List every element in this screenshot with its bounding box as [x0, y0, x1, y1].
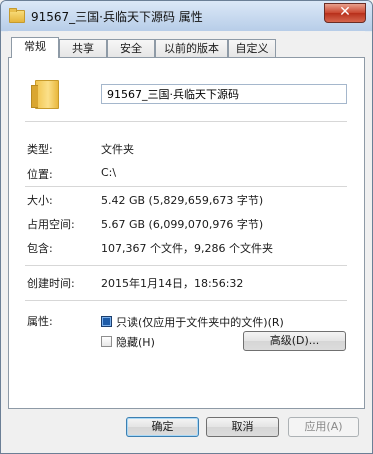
disk-size-label: 占用空间: — [27, 218, 75, 231]
hidden-checkbox[interactable] — [101, 336, 112, 347]
location-label: 位置: — [27, 168, 53, 181]
attributes-label: 属性: — [27, 315, 53, 328]
hidden-label[interactable]: 隐藏(H) — [116, 334, 155, 350]
properties-window: 91567_三国·兵临天下源码 属性 ✕ 常规 共享 安全 以前的版本 自定义 … — [0, 0, 373, 454]
size-label: 大小: — [27, 194, 53, 207]
location-value: C:\ — [101, 166, 117, 179]
disk-size-value: 5.67 GB (6,099,070,976 字节) — [101, 218, 264, 231]
type-label: 类型: — [27, 143, 53, 156]
type-value: 文件夹 — [101, 143, 134, 156]
folder-large-icon — [31, 80, 59, 109]
title-bar[interactable]: 91567_三国·兵临天下源码 属性 ✕ — [1, 1, 372, 31]
tab-previous-versions[interactable]: 以前的版本 — [155, 39, 228, 57]
apply-button[interactable]: 应用(A) — [288, 417, 359, 437]
contains-value: 107,367 个文件，9,286 个文件夹 — [101, 242, 273, 255]
readonly-checkbox[interactable] — [101, 316, 112, 327]
created-label: 创建时间: — [27, 277, 75, 290]
tab-customize[interactable]: 自定义 — [228, 39, 276, 57]
readonly-label[interactable]: 只读(仅应用于文件夹中的文件)(R) — [116, 314, 284, 330]
folder-icon — [9, 8, 25, 23]
general-tab-page: 类型: 文件夹 位置: C:\ 大小: 5.42 GB (5,829,659,6… — [8, 57, 365, 409]
divider — [25, 186, 347, 187]
size-value: 5.42 GB (5,829,659,673 字节) — [101, 194, 264, 207]
divider — [25, 121, 347, 122]
divider — [25, 300, 347, 301]
ok-button[interactable]: 确定 — [126, 417, 199, 437]
cancel-button[interactable]: 取消 — [206, 417, 279, 437]
tab-strip: 常规 共享 安全 以前的版本 自定义 — [8, 37, 365, 59]
advanced-button[interactable]: 高级(D)... — [243, 331, 346, 351]
divider — [25, 265, 347, 266]
contains-label: 包含: — [27, 242, 53, 255]
window-title: 91567_三国·兵临天下源码 属性 — [31, 10, 203, 24]
tab-sharing[interactable]: 共享 — [59, 39, 107, 57]
created-value: 2015年1月14日，18:56:32 — [101, 277, 244, 290]
folder-name-field[interactable] — [101, 84, 347, 104]
dialog-client: 常规 共享 安全 以前的版本 自定义 类型: 文件夹 位置: C:\ 大小: 5… — [8, 31, 365, 446]
tab-security[interactable]: 安全 — [107, 39, 155, 57]
close-button[interactable]: ✕ — [324, 3, 366, 23]
tab-general[interactable]: 常规 — [11, 37, 59, 58]
